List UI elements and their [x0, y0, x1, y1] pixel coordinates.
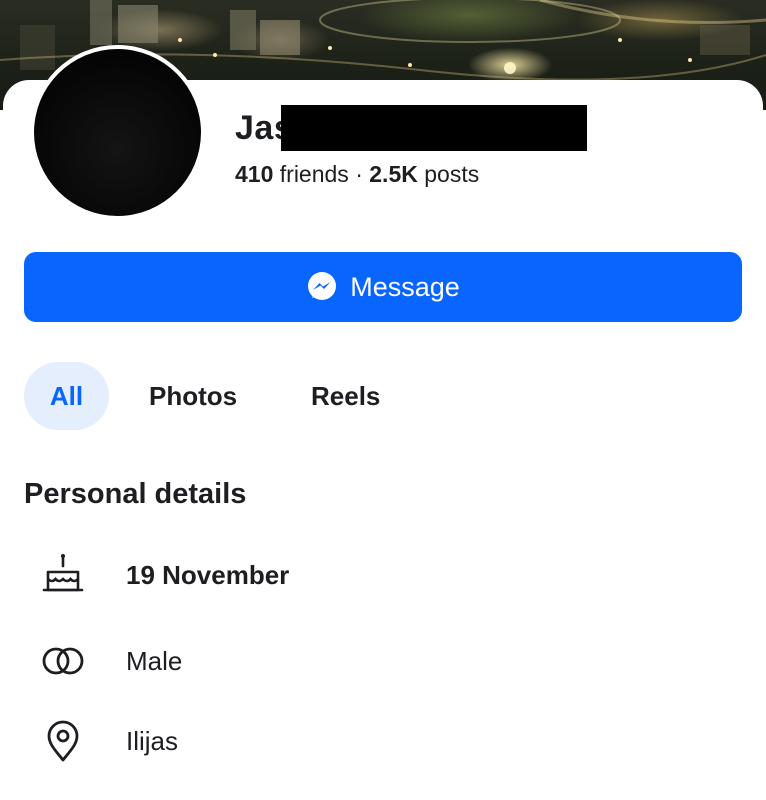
detail-location: Ilijas [40, 718, 640, 764]
posts-label: posts [417, 161, 480, 187]
birthday-cake-icon [40, 552, 86, 598]
friends-label[interactable]: friends [273, 161, 349, 187]
friends-count[interactable]: 410 [235, 161, 273, 187]
bottom-edge [0, 770, 766, 800]
profile-stats: 410 friends · 2.5K posts [235, 161, 479, 188]
location-pin-icon [40, 718, 86, 764]
detail-birthday-text: 19 November [126, 560, 290, 590]
detail-birthday: 19 November [40, 552, 640, 598]
name-redaction-bar [281, 105, 587, 151]
tab-photos[interactable]: Photos [149, 362, 237, 430]
tab-all[interactable]: All [24, 362, 109, 430]
message-button-label: Message [350, 271, 460, 302]
personal-details-title: Personal details [24, 478, 247, 510]
message-button[interactable]: Message [24, 252, 742, 322]
posts-count: 2.5K [369, 161, 418, 187]
gender-rings-icon [40, 638, 86, 684]
stats-separator: · [348, 161, 370, 187]
detail-gender-text: Male [126, 646, 183, 676]
detail-gender: Male [40, 638, 640, 684]
detail-location-text[interactable]: Ilijas [126, 726, 178, 757]
profile-avatar[interactable] [30, 45, 205, 220]
profile-avatar-image [34, 49, 201, 216]
tab-reels[interactable]: Reels [311, 362, 380, 430]
messenger-icon [306, 271, 338, 303]
